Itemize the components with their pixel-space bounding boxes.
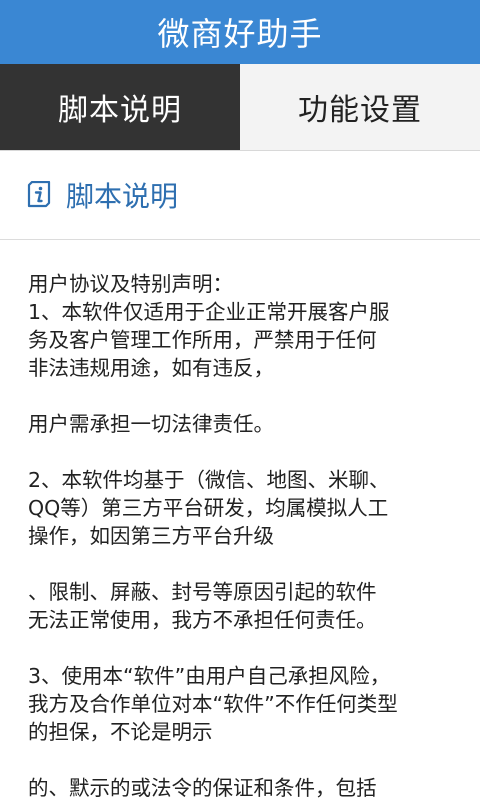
text-line: 操作，如因第三方平台升级 (28, 524, 274, 548)
app-screen: 微商好助手 脚本说明 功能设置 脚本说明 用户协议及特别声明： 1、本软件仅适用于… (0, 0, 480, 800)
text-line (28, 634, 450, 662)
text-line: 的担保，不论是明示 (28, 720, 213, 744)
text-line: 我方及合作单位对本“软件”不作任何类型 (28, 692, 398, 716)
tab-function-settings[interactable]: 功能设置 (240, 64, 480, 150)
text-line: 用户需承担一切法律责任。 (28, 412, 274, 436)
tab-label: 功能设置 (298, 93, 422, 128)
section-title: 脚本说明 (66, 180, 179, 213)
text-line: 、限制、屏蔽、封号等原因引起的软件 (28, 580, 377, 604)
text-line (28, 550, 450, 578)
text-line: 3、使用本“软件”由用户自己承担风险， (28, 664, 391, 688)
text-line: 1、本软件仅适用于企业正常开展客户服 (28, 300, 390, 324)
info-icon (26, 181, 52, 209)
text-line: 2、本软件均基于（微信、地图、米聊、 (28, 468, 390, 492)
tab-label: 脚本说明 (58, 93, 182, 128)
app-title: 微商好助手 (157, 15, 323, 53)
text-line: 务及客户管理工作所用，严禁用于任何 (28, 328, 377, 352)
text-line (28, 438, 450, 466)
text-line: 非法违规用途，如有违反， (28, 356, 274, 380)
section-header: 脚本说明 (0, 151, 480, 240)
text-line: 用户协议及特别声明： (28, 272, 233, 296)
text-line: QQ等）第三方平台研发，均属模拟人工 (28, 496, 389, 520)
text-line (28, 382, 450, 410)
text-line (28, 746, 450, 774)
text-line: 的、默示的或法令的保证和条件，包括 (28, 776, 377, 800)
tab-script-description[interactable]: 脚本说明 (0, 64, 240, 150)
tab-bar: 脚本说明 功能设置 (0, 64, 480, 151)
title-bar: 微商好助手 (0, 0, 480, 64)
agreement-text: 用户协议及特别声明： 1、本软件仅适用于企业正常开展客户服 务及客户管理工作所用，严… (0, 240, 480, 800)
text-line: 无法正常使用，我方不承担任何责任。 (28, 608, 377, 632)
